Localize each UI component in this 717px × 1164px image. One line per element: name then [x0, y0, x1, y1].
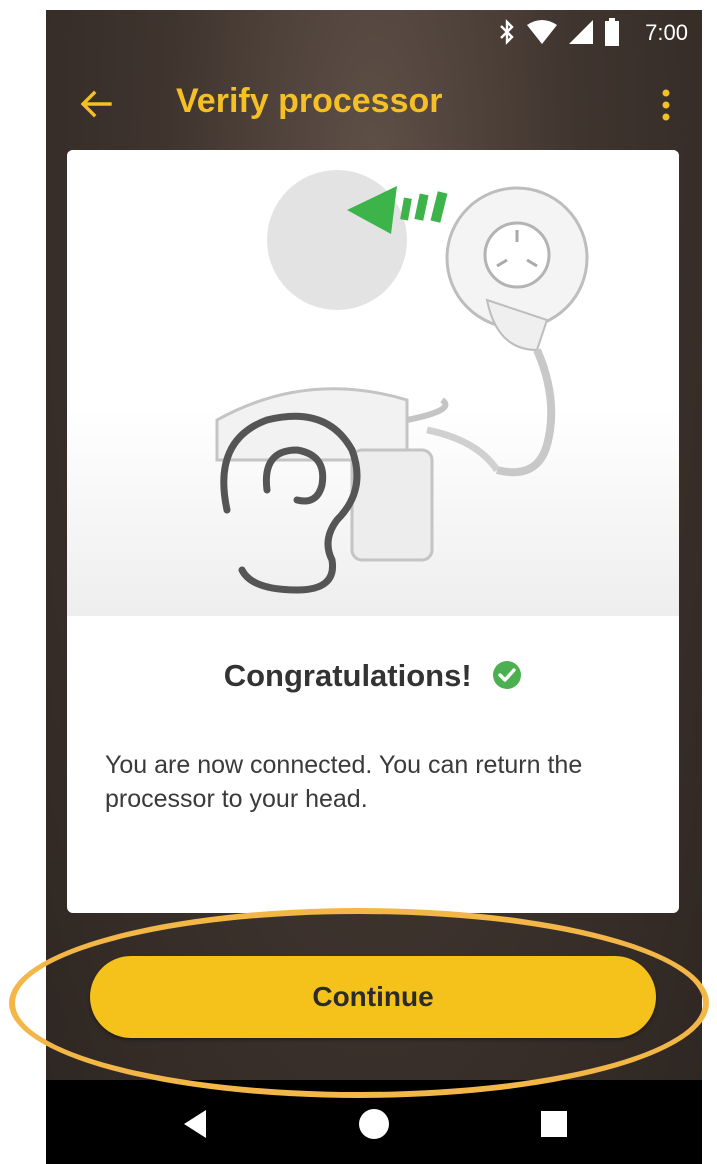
continue-button[interactable]: Continue [90, 956, 656, 1038]
back-triangle-icon[interactable] [176, 1104, 216, 1144]
processor-illustration [67, 150, 679, 616]
congratulations-heading: Congratulations! [67, 658, 679, 694]
app-bar: Verify processor [46, 68, 702, 138]
head-position-circle [267, 170, 407, 310]
check-circle-icon [493, 661, 522, 689]
connection-message: You are now connected. You can return th… [105, 751, 583, 813]
battery-icon [605, 18, 619, 46]
system-nav-bar [46, 1080, 702, 1164]
status-time: 7:00 [645, 20, 688, 45]
signal-icon [569, 20, 593, 44]
page-title: Verify processor [176, 82, 443, 120]
bluetooth-icon [500, 19, 514, 45]
content-card: Congratulations! You are now connected. … [67, 150, 679, 913]
arrow-left-icon[interactable] [74, 82, 118, 126]
processor-drawing [215, 170, 589, 594]
congratulations-text: Congratulations! [223, 658, 472, 693]
recents-square-icon[interactable] [534, 1104, 574, 1144]
status-icons [498, 18, 620, 46]
home-circle-icon[interactable] [354, 1104, 394, 1144]
more-vert-icon[interactable] [654, 84, 678, 128]
wifi-icon [527, 20, 557, 44]
coil-icon [445, 186, 589, 477]
status-bar: 7:00 [46, 10, 702, 58]
phone-screen: 7:00 Verify processor Congratulations! Y… [46, 10, 702, 1164]
